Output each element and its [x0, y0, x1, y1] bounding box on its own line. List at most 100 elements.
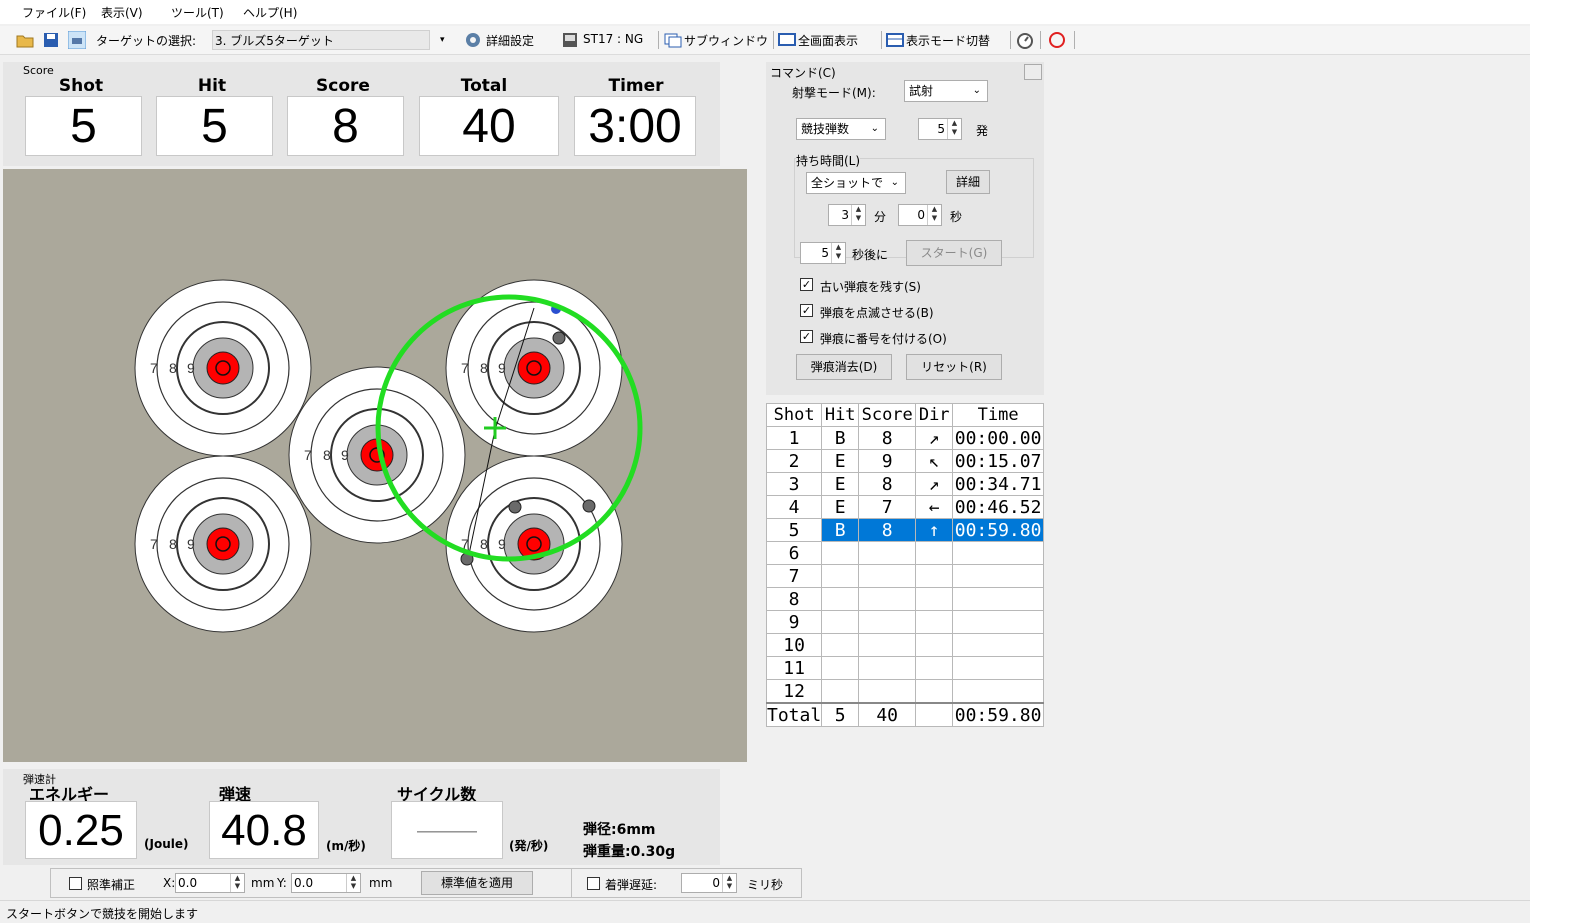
stopwatch-icon[interactable]	[1016, 31, 1034, 49]
sub-window-button[interactable]: サブウィンドウ	[684, 32, 768, 49]
fullscreen-button[interactable]: 全画面表示	[798, 32, 858, 49]
separator	[1074, 31, 1075, 49]
cell-dir	[915, 587, 954, 611]
cell-hit: B	[821, 426, 860, 450]
open-folder-icon[interactable]	[16, 31, 34, 49]
command-panel: コマンド(C) 射撃モード(M): 試射 ⌄ 競技弾数 ⌄ 5 ▲ ▼ 発 持ち時…	[766, 62, 1044, 395]
sight-correction-checkbox[interactable]	[69, 877, 82, 890]
table-row[interactable]: 5 B 8 ↑ 00:59.80	[765, 518, 1044, 542]
table-row[interactable]: 7	[765, 564, 1044, 588]
ring-label: 8	[480, 360, 488, 376]
save-icon[interactable]	[42, 31, 60, 49]
command-group-label: コマンド(C)	[770, 66, 836, 80]
table-row[interactable]: 2 E 9 ↖ 00:15.07	[765, 449, 1044, 473]
cell-time: 00:00.00	[952, 426, 1044, 450]
energy-unit: (Joule)	[144, 837, 189, 851]
table-row[interactable]: 8	[765, 587, 1044, 611]
spinner-icon[interactable]: ▲ ▼	[831, 243, 845, 263]
y-offset-input[interactable]: 0.0 ▲ ▼	[291, 873, 361, 893]
seconds-unit: 秒	[950, 210, 963, 224]
spinner-icon[interactable]: ▲ ▼	[346, 874, 360, 892]
cell-shot: 4	[765, 495, 823, 519]
cell-hit: B	[821, 518, 860, 542]
impact-delay-label: 着弾遅延:	[605, 878, 658, 892]
menu-file[interactable]: ファイル(F)	[22, 4, 86, 21]
spinner-icon[interactable]: ▲ ▼	[851, 205, 865, 225]
reset-button[interactable]: リセット(R)	[906, 354, 1002, 380]
ring-label: 8	[169, 536, 177, 552]
window-icon	[664, 33, 682, 48]
ring-label: 7	[461, 360, 469, 376]
cell-shot: 10	[765, 633, 823, 657]
target-select[interactable]: 3. ブルズ5ターゲット	[212, 30, 430, 50]
blink-holes-checkbox[interactable]: ✓	[800, 304, 813, 317]
st17-status[interactable]: ST17 : NG	[583, 32, 643, 46]
start-button[interactable]: スタート(G)	[906, 240, 1002, 266]
spinner-icon[interactable]: ▲ ▼	[927, 205, 941, 225]
cell-shot: 1	[765, 426, 823, 450]
ring-label: 9	[498, 360, 506, 376]
cell-hit	[821, 587, 860, 611]
separator	[773, 31, 774, 49]
options-bar: 照準補正 X: 0.0 ▲ ▼ mm Y: 0.0 ▲ ▼ mm 標準値を適用 着弾…	[50, 868, 802, 898]
bb-diameter: 弾径:6mm	[583, 822, 656, 838]
gear-icon	[466, 33, 480, 47]
chevron-down-icon[interactable]: ▾	[440, 35, 445, 45]
table-row[interactable]: 3 E 8 ↗ 00:34.71	[765, 472, 1044, 496]
record-icon[interactable]	[1048, 31, 1066, 49]
table-row[interactable]: 9	[765, 610, 1044, 634]
menu-view[interactable]: 表示(V)	[101, 4, 143, 21]
spinner-icon[interactable]: ▲ ▼	[947, 119, 961, 139]
sight-correction-label: 照準補正	[87, 878, 136, 892]
separator	[658, 31, 659, 49]
keep-holes-checkbox[interactable]: ✓	[800, 278, 813, 291]
impact-delay-stepper[interactable]: 0 ▲ ▼	[681, 873, 737, 893]
delay-stepper[interactable]: 5 ▲ ▼	[800, 242, 846, 264]
menu-help[interactable]: ヘルプ(H)	[243, 4, 297, 21]
table-row[interactable]: 10	[765, 633, 1044, 657]
total-header: Total	[460, 76, 508, 96]
table-row[interactable]: 6	[765, 541, 1044, 565]
display-toggle-button[interactable]: 表示モード切替	[906, 32, 990, 49]
spinner-icon[interactable]: ▲ ▼	[230, 874, 244, 892]
table-row[interactable]: 11	[765, 656, 1044, 680]
hold-mode-select[interactable]: 全ショットで ⌄	[806, 172, 906, 194]
mode-select[interactable]: 試射 ⌄	[904, 80, 988, 102]
mode-select-value: 試射	[909, 84, 934, 98]
y-offset-value: 0.0	[294, 876, 314, 890]
detail-button[interactable]: 詳細	[946, 170, 990, 194]
hit-value: 5	[156, 96, 273, 156]
delay-value: 5	[821, 246, 829, 260]
table-row[interactable]: 12	[765, 679, 1044, 704]
menu-tools[interactable]: ツール(T)	[171, 4, 224, 21]
detail-settings-button[interactable]: 詳細設定	[486, 32, 534, 49]
impact-delay-checkbox[interactable]	[587, 877, 600, 890]
cell-time: 00:34.71	[952, 472, 1044, 496]
cell-score	[858, 541, 917, 565]
table-row[interactable]: 4 E 7 ← 00:46.52	[765, 495, 1044, 519]
seconds-stepper[interactable]: 0 ▲ ▼	[898, 204, 942, 226]
count-stepper[interactable]: 5 ▲ ▼	[918, 118, 962, 140]
target-area[interactable]: 789789789789789	[3, 169, 747, 762]
col-score: Score	[858, 403, 917, 427]
ring-label: 9	[341, 447, 349, 463]
clear-holes-button[interactable]: 弾痕消去(D)	[796, 354, 892, 380]
cell-score	[858, 587, 917, 611]
apply-default-button[interactable]: 標準値を適用	[421, 871, 533, 895]
total-value: 40	[419, 96, 559, 156]
total-hit: 5	[821, 702, 860, 727]
minutes-stepper[interactable]: 3 ▲ ▼	[828, 204, 866, 226]
x-offset-input[interactable]: 0.0 ▲ ▼	[175, 873, 245, 893]
count-mode-select[interactable]: 競技弾数 ⌄	[796, 118, 886, 140]
cell-dir: ←	[915, 495, 954, 519]
print-icon[interactable]	[68, 31, 86, 49]
spinner-icon[interactable]: ▲ ▼	[722, 874, 736, 892]
cell-time	[952, 564, 1044, 588]
target-canvas[interactable]: 7 8 9 7 8 97 8 97 8 9 7 8 9	[3, 169, 747, 762]
number-holes-checkbox[interactable]: ✓	[800, 330, 813, 343]
cell-hit	[821, 564, 860, 588]
table-row[interactable]: 1 B 8 ↗ 00:00.00	[765, 426, 1044, 450]
collapse-button[interactable]	[1024, 64, 1042, 80]
speed-value: 40.8	[209, 801, 319, 859]
total-dir	[915, 702, 954, 727]
